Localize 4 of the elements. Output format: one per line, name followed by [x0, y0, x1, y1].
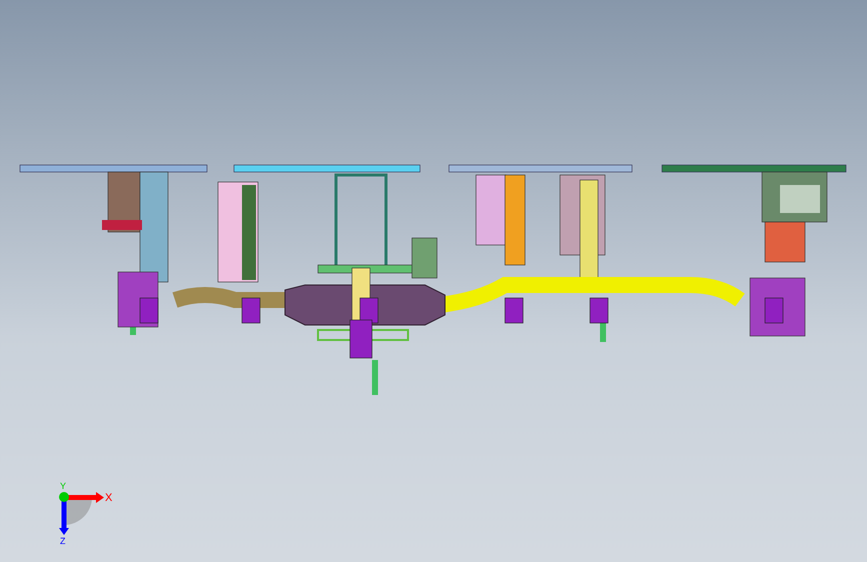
- axis-label: Z: [60, 536, 66, 545]
- axis-triad-icon: [59, 492, 104, 535]
- axis-label: Y: [60, 481, 66, 491]
- axis-label: X: [105, 492, 112, 504]
